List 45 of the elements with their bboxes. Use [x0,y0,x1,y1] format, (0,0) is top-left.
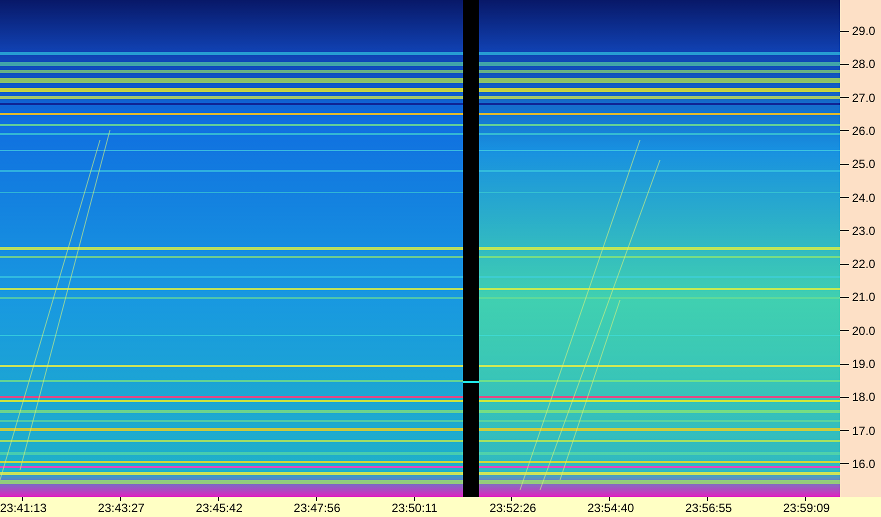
y-axis-label: 27.0 [852,90,876,105]
x-axis-label: 23:47:56 [294,501,340,515]
tick-mark [707,497,708,501]
tick-mark [316,497,317,501]
tick-mark [840,430,849,432]
tick-mark [840,296,849,298]
tick-mark [609,497,610,501]
x-axis-label: 23:41:13 [0,501,47,515]
y-axis-label: 21.0 [852,290,876,304]
tick-mark [840,264,849,265]
y-axis-label: 19.0 [852,357,876,371]
x-axis-label: 23:45:42 [196,501,242,515]
tick-mark [840,97,849,98]
tick-mark [840,396,849,398]
tick-mark [840,130,849,132]
y-axis-label: 16.0 [852,456,876,471]
tick-mark [840,197,849,198]
tick-mark [840,64,849,65]
y-axis-label: 24.0 [852,190,876,204]
y-axis-label: 17.0 [852,424,876,438]
y-axis-label: 26.0 [852,124,876,138]
tick-mark [840,330,849,332]
tick-mark [511,497,512,501]
x-axis-label: 23:54:40 [587,501,634,515]
x-axis-label: 23:43:27 [98,501,145,515]
y-axis-label: 18.0 [852,390,876,404]
tick-mark [218,497,219,501]
tick-mark [22,497,23,501]
x-axis-label: 23:52:26 [489,501,536,515]
tick-mark [120,497,121,501]
y-axis-label: 28.0 [852,57,876,72]
y-axis-label: 23.0 [852,224,876,238]
x-axis-label: 23:59:09 [783,501,830,515]
y-axis-label: 25.0 [852,157,876,172]
x-axis-label: 23:56:55 [685,501,732,515]
tick-mark [840,230,849,232]
tick-mark [840,30,849,32]
y-axis-label: 20.0 [852,324,876,338]
y-axis-label: 22.0 [852,257,876,272]
tick-mark [840,463,849,464]
x-axis-label: 23:50:11 [392,501,438,515]
tick-mark [805,497,806,501]
tick-mark [840,164,849,165]
y-axis-label: 29.0 [852,24,876,38]
tick-mark [414,497,415,501]
